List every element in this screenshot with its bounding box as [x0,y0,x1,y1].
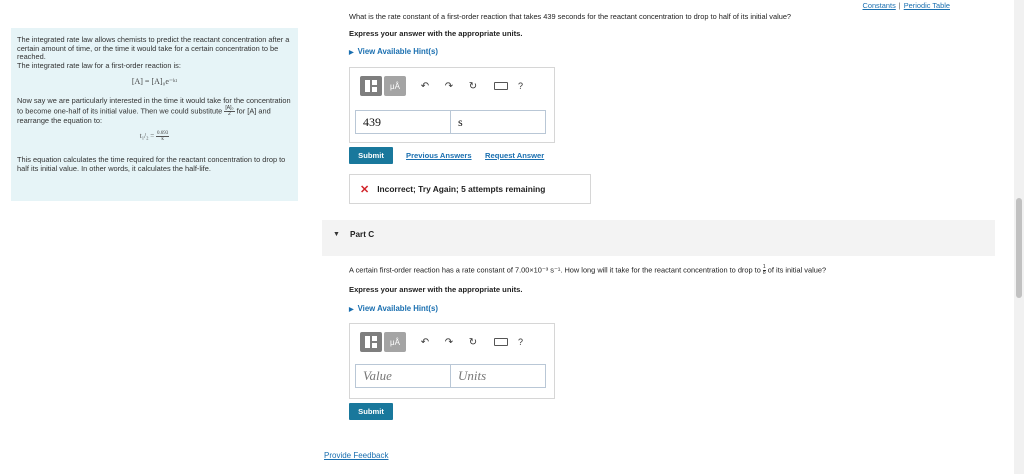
reset-icon[interactable]: ↻ [468,81,478,92]
partc-question-tail: of its initial value? [767,265,827,275]
caret-right-icon: ▶ [349,307,354,313]
request-answer-link[interactable]: Request Answer [485,151,544,160]
periodic-table-link[interactable]: Periodic Table [904,1,950,10]
top-links: Constants | Periodic Table [863,1,951,10]
redo-icon[interactable]: ↷ [444,81,454,92]
half-concentration-fraction: [A]₀ 2 [224,105,235,117]
partc-hint-toggle[interactable]: ▶ View Available Hint(s) [349,304,438,313]
partc-hint-label: View Available Hint(s) [357,304,438,313]
one-eighth-fraction: 18 [762,265,766,276]
partc-submit-button[interactable]: Submit [349,403,393,420]
partb-feedback-text: Incorrect; Try Again; 5 attempts remaini… [377,184,546,194]
help-icon[interactable]: ? [518,81,523,91]
partc-toolbar: μÅ ↶ ↷ ↻ ? [360,332,523,352]
partb-feedback-box: ✕ Incorrect; Try Again; 5 attempts remai… [349,174,591,204]
caret-right-icon: ▶ [349,50,354,56]
partb-toolbar: μÅ ↶ ↷ ↻ ? [360,76,523,96]
partb-submit-button[interactable]: Submit [349,147,393,164]
caret-down-icon: ▼ [333,231,340,238]
partb-express-instruction: Express your answer with the appropriate… [349,29,523,38]
fraction-denominator: 2 [228,110,231,117]
template-icon[interactable] [360,76,382,96]
provide-feedback-link[interactable]: Provide Feedback [324,451,388,460]
partc-express-instruction: Express your answer with the appropriate… [349,285,523,294]
units-icon[interactable]: μÅ [384,332,406,352]
partc-question: A certain first-order reaction has a rat… [349,265,826,276]
partc-answer-widget: μÅ ↶ ↷ ↻ ? Value Units [349,323,555,399]
partb-question: What is the rate constant of a first-ord… [349,12,792,21]
integrated-rate-equation: [A] = [A]₀e⁻ᵏᵗ [131,77,178,87]
partc-header[interactable]: ▼ Part C [322,220,995,256]
partb-answer-widget: μÅ ↶ ↷ ↻ ? 439 s [349,67,555,143]
keyboard-icon[interactable] [494,82,508,90]
constants-link[interactable]: Constants [863,1,896,10]
info-paragraph-1: The integrated rate law allows chemists … [17,35,290,62]
incorrect-x-icon: ✕ [360,183,370,196]
previous-answers-link[interactable]: Previous Answers [406,151,472,160]
partc-value-input[interactable]: Value [355,364,451,388]
undo-icon[interactable]: ↶ [420,81,430,92]
partc-question-text: A certain first-order reaction has a rat… [349,265,761,275]
partb-value-input[interactable]: 439 [355,110,451,134]
partc-frac-denominator: 8 [762,270,766,276]
undo-icon[interactable]: ↶ [420,337,430,348]
scrollbar-thumb[interactable] [1016,198,1022,298]
partc-label: Part C [350,230,375,239]
reset-icon[interactable]: ↻ [468,337,478,348]
partb-units-input[interactable]: s [450,110,546,134]
help-icon[interactable]: ? [518,337,523,347]
partb-hint-label: View Available Hint(s) [357,47,438,56]
template-icon[interactable] [360,332,382,352]
half-life-denominator: k [161,137,164,143]
units-icon[interactable]: μÅ [384,76,406,96]
redo-icon[interactable]: ↷ [444,337,454,348]
partc-units-input[interactable]: Units [450,364,546,388]
info-paragraph-2: The integrated rate law for a first-orde… [17,60,181,70]
link-separator: | [898,1,901,10]
half-life-fraction: 0.693 k [155,131,170,143]
keyboard-icon[interactable] [494,338,508,346]
half-life-equation: t₁/₂ = 0.693 k [17,131,292,142]
partb-hint-toggle[interactable]: ▶ View Available Hint(s) [349,47,438,56]
info-paragraph-4: This equation calculates the time requir… [17,155,286,173]
half-life-lhs: t₁/₂ = [139,132,155,141]
info-paragraph-3: Now say we are particularly interested i… [17,96,292,125]
scrollbar[interactable] [1014,0,1024,474]
info-panel: The integrated rate law allows chemists … [11,28,298,201]
